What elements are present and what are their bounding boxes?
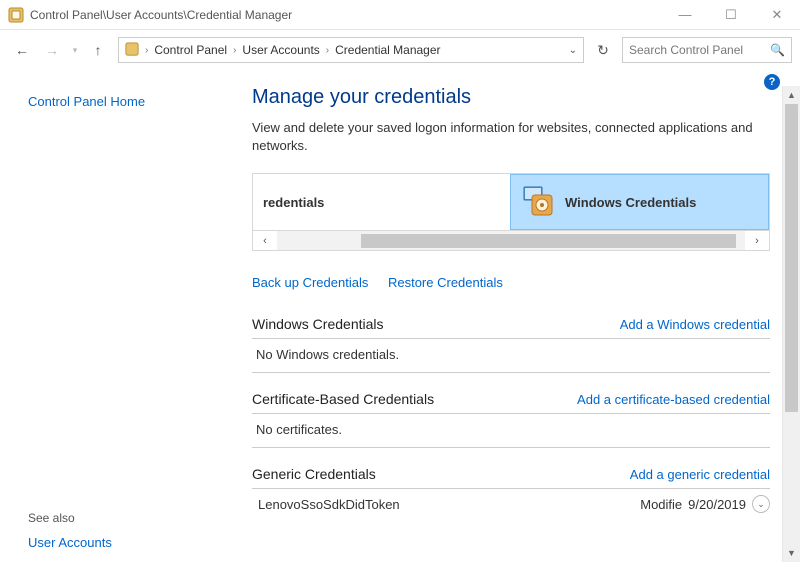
section-title: Generic Credentials <box>252 466 376 482</box>
breadcrumb-credential-manager[interactable]: Credential Manager <box>333 43 442 57</box>
see-also-block: See also User Accounts <box>28 511 112 550</box>
close-button[interactable]: ✕ <box>754 0 800 29</box>
address-bar[interactable]: › Control Panel › User Accounts › Creden… <box>118 37 584 63</box>
scroll-right-icon[interactable]: › <box>745 235 769 247</box>
control-panel-icon <box>8 7 24 23</box>
titlebar: Control Panel\User Accounts\Credential M… <box>0 0 800 30</box>
control-panel-home-link[interactable]: Control Panel Home <box>28 94 226 109</box>
user-accounts-link[interactable]: User Accounts <box>28 535 112 550</box>
search-placeholder: Search Control Panel <box>629 43 770 57</box>
back-button[interactable]: ← <box>8 36 36 64</box>
restore-credentials-link[interactable]: Restore Credentials <box>388 275 503 290</box>
window-title: Control Panel\User Accounts\Credential M… <box>30 8 662 22</box>
forward-button[interactable]: → <box>38 36 66 64</box>
cert-credentials-empty: No certificates. <box>252 414 770 448</box>
window-buttons: — ☐ ✕ <box>662 0 800 29</box>
generic-credential-row[interactable]: LenovoSsoSdkDidToken Modifie 9/20/2019 ⌄ <box>252 489 770 513</box>
vault-icon <box>521 184 557 220</box>
action-links: Back up Credentials Restore Credentials <box>252 275 770 290</box>
credential-name: LenovoSsoSdkDidToken <box>258 497 640 512</box>
tab-windows-label: Windows Credentials <box>565 195 696 210</box>
section-title: Certificate-Based Credentials <box>252 391 434 407</box>
see-also-label: See also <box>28 511 112 525</box>
scroll-up-icon[interactable]: ▲ <box>787 86 796 104</box>
search-icon: 🔍 <box>770 43 785 57</box>
tab-windows-credentials[interactable]: Windows Credentials <box>510 174 769 230</box>
scroll-left-icon[interactable]: ‹ <box>253 235 277 247</box>
page-heading: Manage your credentials <box>252 86 770 109</box>
chevron-down-icon[interactable]: ⌄ <box>752 495 770 513</box>
section-generic-credentials: Generic Credentials Add a generic creden… <box>252 454 770 519</box>
scroll-thumb[interactable] <box>361 234 735 248</box>
section-windows-credentials: Windows Credentials Add a Windows creden… <box>252 304 770 379</box>
up-button[interactable]: ↑ <box>84 36 112 64</box>
windows-credentials-empty: No Windows credentials. <box>252 339 770 373</box>
breadcrumb-control-panel[interactable]: Control Panel <box>152 43 229 57</box>
content: Manage your credentials View and delete … <box>244 70 800 562</box>
page-subtext: View and delete your saved logon informa… <box>252 119 770 155</box>
credential-date: 9/20/2019 <box>688 497 746 512</box>
content-body: Manage your credentials View and delete … <box>252 86 782 562</box>
add-cert-credential-link[interactable]: Add a certificate-based credential <box>577 392 770 407</box>
control-panel-icon <box>125 42 139 59</box>
backup-credentials-link[interactable]: Back up Credentials <box>252 275 368 290</box>
navbar: ← → ▾ ↑ › Control Panel › User Accounts … <box>0 30 800 70</box>
scroll-down-icon[interactable]: ▼ <box>787 544 796 562</box>
search-input[interactable]: Search Control Panel 🔍 <box>622 37 792 63</box>
maximize-button[interactable]: ☐ <box>708 0 754 29</box>
sidebar: Control Panel Home See also User Account… <box>0 70 244 562</box>
address-dropdown-icon[interactable]: ⌄ <box>565 45 581 56</box>
breadcrumb-sep: › <box>141 45 152 56</box>
tabs-horizontal-scrollbar[interactable]: ‹ › <box>252 231 770 251</box>
tab-web-label-fragment: redentials <box>263 195 324 210</box>
history-dropdown[interactable]: ▾ <box>68 45 82 56</box>
help-icon[interactable]: ? <box>764 74 780 90</box>
breadcrumb-user-accounts[interactable]: User Accounts <box>240 43 321 57</box>
scroll-track[interactable] <box>783 104 800 544</box>
add-generic-credential-link[interactable]: Add a generic credential <box>630 467 770 482</box>
breadcrumb-sep: › <box>229 45 240 56</box>
credential-tabs: redentials Windows Credentials <box>252 173 770 231</box>
breadcrumb-sep: › <box>322 45 333 56</box>
credential-modified-label: Modifie <box>640 497 682 512</box>
tab-web-credentials[interactable]: redentials <box>253 174 510 230</box>
refresh-button[interactable]: ↻ <box>590 37 616 63</box>
section-cert-credentials: Certificate-Based Credentials Add a cert… <box>252 379 770 454</box>
vertical-scrollbar[interactable]: ▲ ▼ <box>782 86 800 562</box>
scroll-track[interactable] <box>277 231 745 250</box>
main-area: Control Panel Home See also User Account… <box>0 70 800 562</box>
section-title: Windows Credentials <box>252 316 384 332</box>
minimize-button[interactable]: — <box>662 0 708 29</box>
scroll-thumb[interactable] <box>785 104 798 412</box>
add-windows-credential-link[interactable]: Add a Windows credential <box>620 317 770 332</box>
